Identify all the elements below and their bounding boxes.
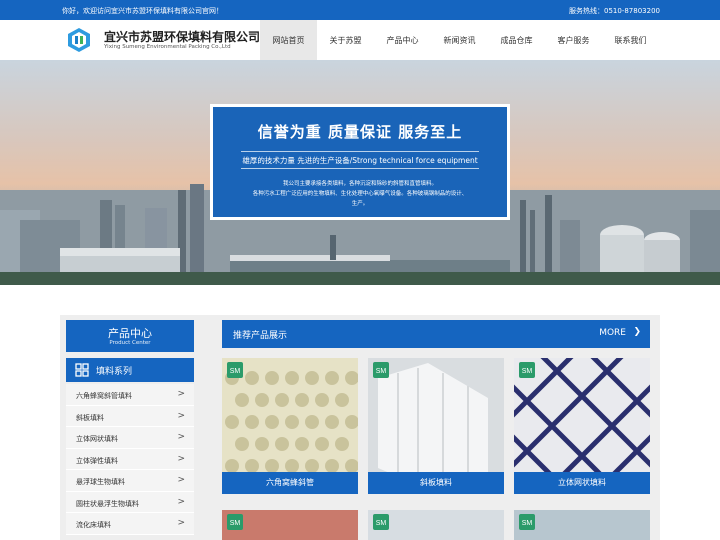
svg-text:SM: SM (376, 520, 387, 527)
product-card[interactable]: SM 斜板填料 (368, 358, 504, 494)
sidebar-item-label: 圆柱状悬浮生物填料 (76, 499, 139, 508)
product-card[interactable]: SM 六角窝蜂斜管 (222, 358, 358, 494)
category-label: 填料系列 (96, 367, 133, 377)
sidebar-item-label: 立体弹性填料 (76, 456, 118, 465)
grid-icon (75, 363, 89, 377)
banner-desc-line: 生产。 (351, 201, 369, 207)
banner-headline: 信誉为重 质量保证 服务至上 (257, 123, 463, 141)
svg-text:SM: SM (522, 520, 533, 527)
nav-about[interactable]: 关于苏盟 (317, 20, 374, 60)
brand-badge-icon: SM (519, 514, 535, 530)
sidebar-item[interactable]: 圆柱状悬浮生物填料 > (66, 491, 194, 513)
brand-badge-icon: SM (227, 362, 243, 378)
svg-text:SM: SM (230, 520, 241, 527)
chevron-right-icon: > (177, 410, 185, 421)
sidebar-title: 产品中心 (108, 327, 152, 340)
sidebar-category-list: 六角蜂窝斜管填料 > 斜板填料 > 立体网状填料 > 立体弹性填料 > 悬浮球生物填料 >… (66, 384, 194, 535)
sidebar-item[interactable]: 斜板填料 > (66, 405, 194, 427)
top-bar: 你好，欢迎访问宜兴市苏盟环保填料有限公司官网！ 服务热线：0510-878032… (0, 0, 720, 20)
nav-service[interactable]: 客户服务 (545, 20, 602, 60)
company-name-en: Yixing Sumeng Environmental Packing Co.,… (104, 44, 231, 50)
brand-badge-icon: SM (373, 514, 389, 530)
banner-slogan-card: 信誉为重 质量保证 服务至上 雄厚的技术力量 先进的生产设备/Strong te… (210, 104, 510, 220)
banner-divider (241, 151, 479, 152)
company-logo-icon[interactable] (66, 27, 92, 53)
nav-warehouse[interactable]: 成品仓库 (488, 20, 545, 60)
sidebar-item-label: 六角蜂窝斜管填料 (76, 392, 132, 400)
brand-badge-icon: SM (373, 362, 389, 378)
sidebar-item[interactable]: 六角蜂窝斜管填料 > (66, 384, 194, 406)
chevron-right-icon: > (177, 475, 185, 485)
sidebar-item-label: 流化床填料 (76, 521, 111, 529)
banner-description: 我公司主要承接各类填料，各种沉淀和除砂的斜管和直管填料。 各种污水工程广泛应用的… (227, 179, 493, 209)
product-card[interactable]: SM (222, 510, 358, 540)
recommended-header: 推荐产品展示 MORE ❯ (222, 320, 650, 348)
sidebar-item[interactable]: 立体网状填料 > (66, 427, 194, 449)
sidebar-subtitle: Product Center (109, 340, 151, 346)
banner-desc-line: 我公司主要承接各类填料，各种沉淀和除砂的斜管和直管填料。 (282, 181, 437, 187)
chevron-right-icon[interactable]: ❯ (633, 327, 641, 337)
nav-news[interactable]: 新闻资讯 (431, 20, 488, 60)
welcome-text: 你好，欢迎访问宜兴市苏盟环保填料有限公司官网！ (62, 7, 223, 15)
banner-divider (241, 168, 479, 169)
banner-desc-line: 各种污水工程广泛应用的生物填料、生化处理中心氧曝气设备。各种玻璃钢制品的设计、 (252, 191, 468, 197)
sidebar-item-label: 立体网状填料 (76, 435, 118, 443)
main-nav: 网站首页 关于苏盟 产品中心 新闻资讯 成品仓库 客户服务 联系我们 (260, 20, 659, 60)
chevron-right-icon: > (177, 389, 185, 399)
company-name[interactable]: 宜兴市苏盟环保填料有限公司 (104, 28, 260, 45)
hotline-text: 服务热线：0510-87803200 (569, 7, 660, 15)
sidebar-item[interactable]: 悬浮球生物填料 > (66, 470, 194, 492)
sidebar-item[interactable]: 流化床填料 > (66, 513, 194, 535)
banner-tagline: 雄厚的技术力量 先进的生产设备/Strong technical force e… (242, 156, 478, 165)
recommended-title: 推荐产品展示 (233, 331, 288, 341)
sidebar-item-label: 悬浮球生物填料 (76, 478, 125, 486)
sidebar-item-label: 斜板填料 (76, 413, 104, 422)
brand-badge-icon: SM (519, 362, 535, 378)
chevron-right-icon: > (177, 496, 185, 507)
chevron-right-icon: > (177, 453, 185, 464)
nav-home[interactable]: 网站首页 (260, 20, 317, 60)
product-card[interactable]: SM (514, 510, 650, 540)
brand-badge-icon: SM (227, 514, 243, 530)
svg-text:SM: SM (230, 368, 241, 375)
product-card[interactable]: SM 立体网状填料 (514, 358, 650, 494)
more-link[interactable]: MORE (599, 328, 626, 338)
chevron-right-icon: > (177, 432, 185, 442)
svg-text:SM: SM (522, 368, 533, 375)
svg-text:SM: SM (376, 368, 387, 375)
product-caption[interactable]: 六角窝蜂斜管 (222, 472, 358, 494)
sidebar-item[interactable]: 立体弹性填料 > (66, 448, 194, 470)
nav-contact[interactable]: 联系我们 (602, 20, 659, 60)
chevron-right-icon: > (177, 518, 185, 528)
nav-products[interactable]: 产品中心 (374, 20, 431, 60)
product-caption[interactable]: 立体网状填料 (514, 472, 650, 494)
category-header[interactable]: 填料系列 (66, 358, 194, 382)
product-card[interactable]: SM (368, 510, 504, 540)
product-caption[interactable]: 斜板填料 (368, 472, 504, 494)
product-center-header: 产品中心 Product Center (66, 320, 194, 352)
